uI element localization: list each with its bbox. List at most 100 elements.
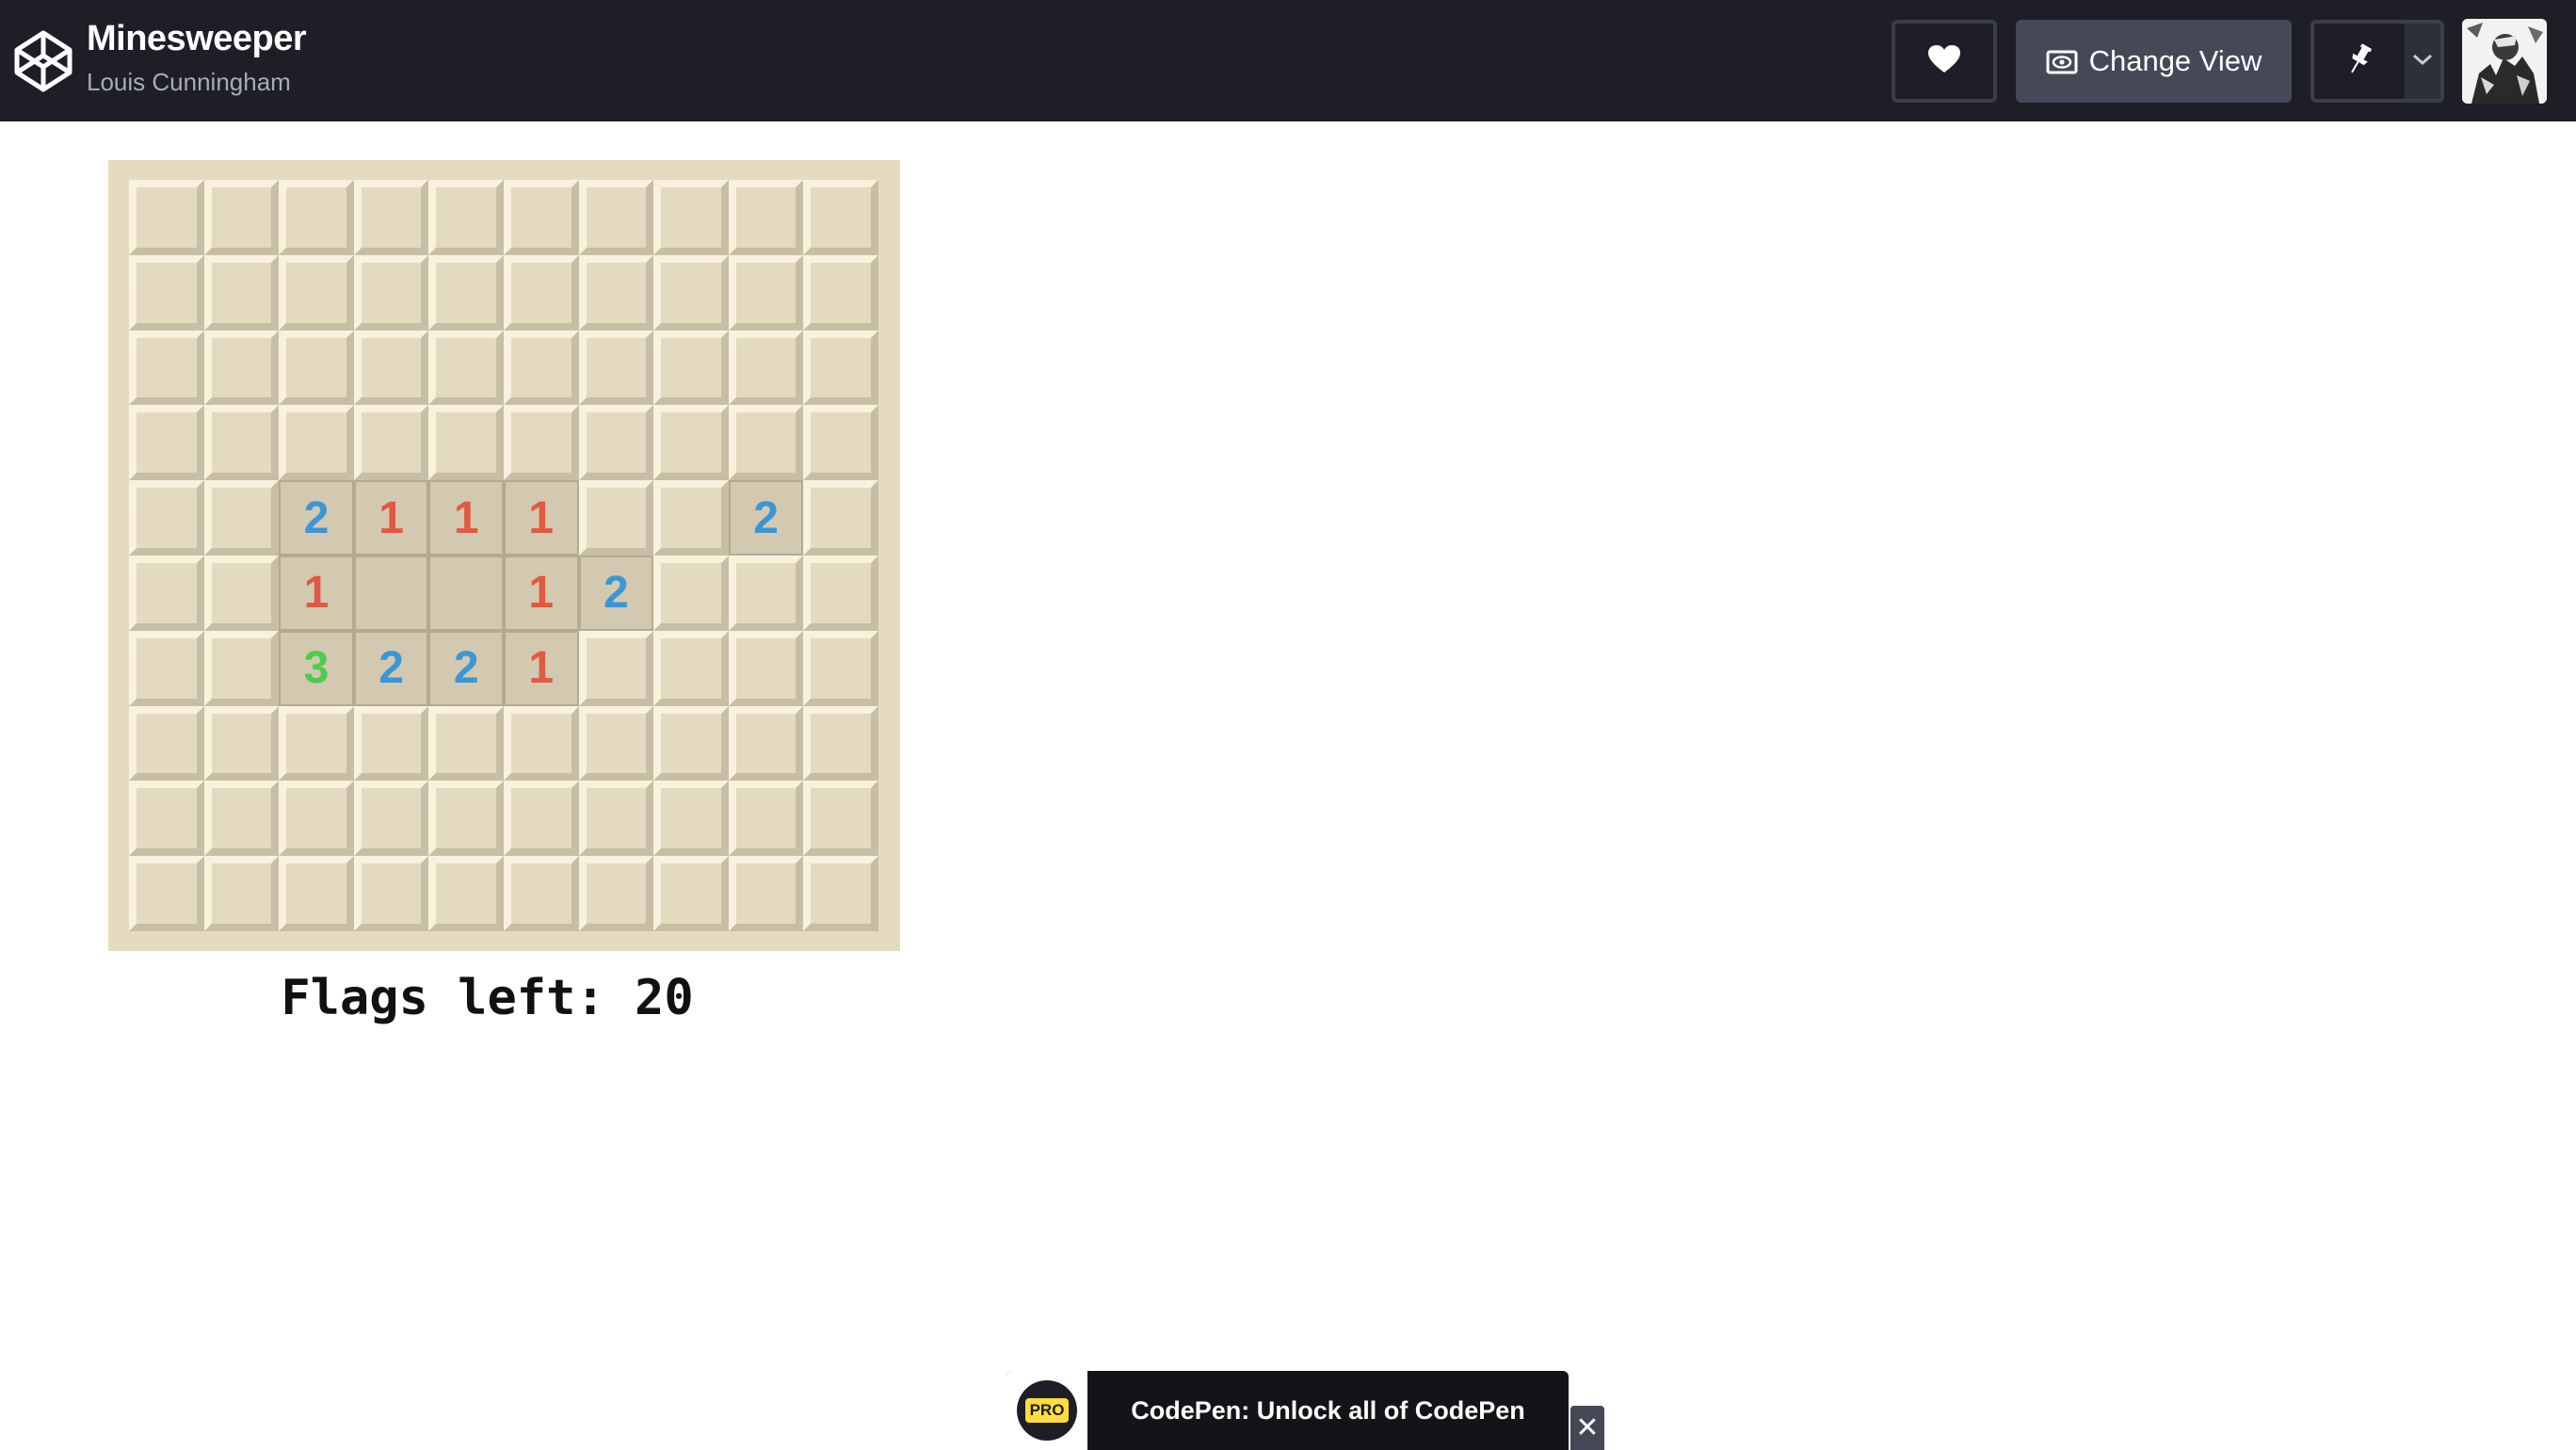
revealed-cell[interactable]: 1 <box>503 480 579 556</box>
hidden-cell[interactable] <box>353 180 429 255</box>
close-banner-button[interactable]: ✕ <box>1570 1406 1604 1450</box>
revealed-cell[interactable]: 1 <box>428 480 504 556</box>
revealed-cell[interactable]: 2 <box>728 480 804 556</box>
hidden-cell[interactable] <box>203 254 280 330</box>
hidden-cell[interactable] <box>578 405 654 481</box>
hidden-cell[interactable] <box>503 254 579 330</box>
hidden-cell[interactable] <box>578 330 654 406</box>
hidden-cell[interactable] <box>728 180 804 255</box>
pin-menu-toggle[interactable] <box>2405 24 2440 99</box>
hidden-cell[interactable] <box>129 856 204 931</box>
hidden-cell[interactable] <box>578 856 654 931</box>
revealed-cell[interactable]: 1 <box>279 555 354 631</box>
revealed-cell[interactable]: 2 <box>279 480 354 556</box>
hidden-cell[interactable] <box>503 781 579 857</box>
hidden-cell[interactable] <box>129 705 204 781</box>
hidden-cell[interactable] <box>578 480 654 556</box>
hidden-cell[interactable] <box>279 705 354 781</box>
hidden-cell[interactable] <box>129 330 204 406</box>
pro-upsell-banner[interactable]: PRO CodePen: Unlock all of CodePen <box>1006 1371 1569 1450</box>
hidden-cell[interactable] <box>803 480 878 556</box>
hidden-cell[interactable] <box>803 555 878 631</box>
hidden-cell[interactable] <box>428 405 504 481</box>
hidden-cell[interactable] <box>803 330 878 406</box>
hidden-cell[interactable] <box>578 254 654 330</box>
hidden-cell[interactable] <box>428 781 504 857</box>
hidden-cell[interactable] <box>203 705 280 781</box>
hidden-cell[interactable] <box>578 180 654 255</box>
hidden-cell[interactable] <box>353 705 429 781</box>
revealed-cell[interactable] <box>428 555 504 631</box>
hidden-cell[interactable] <box>428 254 504 330</box>
hidden-cell[interactable] <box>203 330 280 406</box>
hidden-cell[interactable] <box>203 405 280 481</box>
hidden-cell[interactable] <box>503 705 579 781</box>
hidden-cell[interactable] <box>503 330 579 406</box>
hidden-cell[interactable] <box>129 781 204 857</box>
hidden-cell[interactable] <box>129 630 204 706</box>
hidden-cell[interactable] <box>728 254 804 330</box>
pen-author-link[interactable]: Louis Cunningham <box>87 68 291 97</box>
hidden-cell[interactable] <box>728 630 804 706</box>
hidden-cell[interactable] <box>728 781 804 857</box>
hidden-cell[interactable] <box>129 480 204 556</box>
user-avatar[interactable] <box>2462 19 2547 104</box>
revealed-cell[interactable]: 2 <box>578 555 654 631</box>
hidden-cell[interactable] <box>503 180 579 255</box>
hidden-cell[interactable] <box>728 555 804 631</box>
revealed-cell[interactable]: 2 <box>428 630 504 706</box>
hidden-cell[interactable] <box>279 405 354 481</box>
hidden-cell[interactable] <box>653 330 729 406</box>
hidden-cell[interactable] <box>503 856 579 931</box>
hidden-cell[interactable] <box>279 180 354 255</box>
hidden-cell[interactable] <box>653 180 729 255</box>
hidden-cell[interactable] <box>653 254 729 330</box>
like-button[interactable] <box>1892 20 1997 103</box>
hidden-cell[interactable] <box>129 180 204 255</box>
pin-button[interactable] <box>2314 24 2406 99</box>
hidden-cell[interactable] <box>653 555 729 631</box>
hidden-cell[interactable] <box>803 856 878 931</box>
hidden-cell[interactable] <box>129 405 204 481</box>
hidden-cell[interactable] <box>653 781 729 857</box>
hidden-cell[interactable] <box>428 180 504 255</box>
hidden-cell[interactable] <box>203 555 280 631</box>
hidden-cell[interactable] <box>353 405 429 481</box>
hidden-cell[interactable] <box>203 856 280 931</box>
hidden-cell[interactable] <box>803 705 878 781</box>
hidden-cell[interactable] <box>279 254 354 330</box>
revealed-cell[interactable]: 2 <box>353 630 429 706</box>
hidden-cell[interactable] <box>353 330 429 406</box>
hidden-cell[interactable] <box>728 405 804 481</box>
hidden-cell[interactable] <box>728 705 804 781</box>
hidden-cell[interactable] <box>653 856 729 931</box>
hidden-cell[interactable] <box>279 330 354 406</box>
hidden-cell[interactable] <box>353 856 429 931</box>
hidden-cell[interactable] <box>129 555 204 631</box>
hidden-cell[interactable] <box>428 705 504 781</box>
hidden-cell[interactable] <box>203 781 280 857</box>
hidden-cell[interactable] <box>578 781 654 857</box>
hidden-cell[interactable] <box>803 254 878 330</box>
hidden-cell[interactable] <box>353 781 429 857</box>
hidden-cell[interactable] <box>653 405 729 481</box>
change-view-button[interactable]: Change View <box>2016 20 2292 103</box>
hidden-cell[interactable] <box>428 330 504 406</box>
hidden-cell[interactable] <box>129 254 204 330</box>
revealed-cell[interactable]: 1 <box>503 630 579 706</box>
hidden-cell[interactable] <box>503 405 579 481</box>
hidden-cell[interactable] <box>728 330 804 406</box>
hidden-cell[interactable] <box>353 254 429 330</box>
hidden-cell[interactable] <box>203 480 280 556</box>
hidden-cell[interactable] <box>578 705 654 781</box>
hidden-cell[interactable] <box>578 630 654 706</box>
hidden-cell[interactable] <box>803 405 878 481</box>
hidden-cell[interactable] <box>428 856 504 931</box>
hidden-cell[interactable] <box>203 630 280 706</box>
revealed-cell[interactable]: 3 <box>279 630 354 706</box>
codepen-logo-icon[interactable] <box>13 28 73 94</box>
hidden-cell[interactable] <box>653 630 729 706</box>
hidden-cell[interactable] <box>803 630 878 706</box>
revealed-cell[interactable]: 1 <box>503 555 579 631</box>
hidden-cell[interactable] <box>279 856 354 931</box>
